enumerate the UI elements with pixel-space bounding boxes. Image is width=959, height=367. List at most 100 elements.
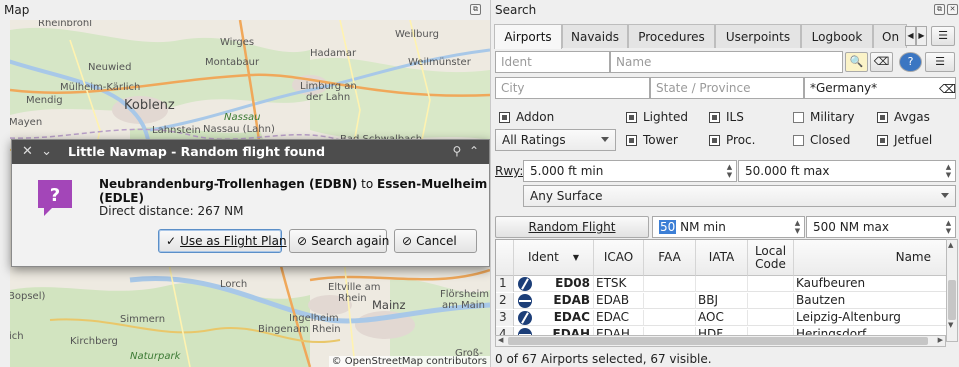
close-icon[interactable]: ✕	[22, 144, 33, 159]
search-close-button[interactable]: ✕	[947, 4, 958, 15]
tab-scroll-left[interactable]: ◀	[905, 26, 916, 46]
chevron-down-icon	[601, 137, 609, 142]
runway-max-spinbox[interactable]: 50.000 ft max ▲ ▼	[738, 160, 956, 182]
map-label: Naturpark	[130, 351, 181, 362]
checkbox-partial	[626, 111, 637, 123]
clear-field-icon[interactable]: ⌫	[939, 82, 956, 96]
dialog-title-actions[interactable]: ⚲ ⌃	[453, 144, 480, 158]
map-label: Hadamar	[310, 48, 357, 59]
search-float-button[interactable]: ⧉	[934, 4, 945, 15]
help-icon[interactable]: ?	[899, 52, 922, 72]
checkbox-partial	[709, 134, 720, 146]
icao-cell: EDAB	[594, 293, 644, 309]
table-row[interactable]: 3 EDAC EDAC AOC Leipzig-Altenburg	[496, 310, 946, 326]
search-icon[interactable]: 🔍	[845, 52, 868, 72]
chevron-down-icon[interactable]: ⌄	[41, 144, 52, 159]
table-row[interactable]: 1 ED08 ETSK Kaufbeuren	[496, 276, 946, 292]
column-header-ident[interactable]: Ident ▼	[514, 240, 594, 276]
local-code-cell	[748, 293, 794, 309]
table-horizontal-scrollbar[interactable]: ◀ ▶	[495, 335, 946, 347]
column-header-local-code[interactable]: Local Code	[748, 240, 794, 276]
search-tabs: Airports Navaids Procedures Userpoints L…	[494, 24, 914, 49]
search-panel-title: Search	[495, 3, 537, 17]
scroll-up-icon[interactable]: ▲	[948, 241, 953, 249]
menu-icon[interactable]: ☰	[925, 52, 955, 72]
sort-down-icon: ▼	[572, 253, 579, 262]
scroll-left-icon[interactable]: ◀	[498, 336, 503, 344]
spin-arrows-icon[interactable]: ▲ ▼	[944, 163, 953, 179]
spin-arrows-icon[interactable]: ▲ ▼	[944, 219, 953, 235]
scrollbar-thumb[interactable]	[948, 280, 956, 320]
options-menu-button[interactable]: ☰	[931, 26, 955, 46]
tab-scroll-right[interactable]: ▶	[916, 26, 927, 46]
column-header-faa[interactable]: FAA	[644, 240, 696, 276]
name-cell: Kaufbeuren	[794, 276, 946, 292]
pin-icon[interactable]: ⚲	[453, 144, 462, 158]
ils-checkbox[interactable]: ILS	[709, 110, 744, 124]
jetfuel-checkbox[interactable]: Jetfuel	[877, 133, 932, 147]
scroll-down-icon[interactable]: ▼	[948, 321, 953, 329]
tower-checkbox[interactable]: Tower	[626, 133, 678, 147]
tab-logbook[interactable]: Logbook	[801, 24, 873, 48]
column-header-iata[interactable]: IATA	[696, 240, 748, 276]
lighted-checkbox[interactable]: Lighted	[626, 110, 688, 124]
city-input[interactable]: City	[495, 77, 650, 99]
search-again-button[interactable]: ⊘ Search again	[289, 229, 389, 253]
corner-header[interactable]	[496, 240, 514, 276]
surface-dropdown[interactable]: Any Surface	[523, 185, 956, 207]
map-label: ich	[10, 331, 24, 342]
chevron-up-icon[interactable]: ⌃	[469, 144, 479, 158]
ident-cell: EDAB	[514, 293, 594, 309]
cancel-circle-icon: ⊘	[402, 234, 413, 248]
checkbox-partial	[709, 111, 720, 123]
results-table[interactable]: Ident ▼ ICAO FAA IATA Local Code Name 1 E…	[495, 239, 947, 342]
column-header-icao[interactable]: ICAO	[594, 240, 644, 276]
tab-online[interactable]: On	[873, 24, 907, 48]
spin-arrows-icon[interactable]: ▲ ▼	[793, 219, 802, 235]
tab-airports[interactable]: Airports	[494, 24, 562, 49]
cancel-button[interactable]: ⊘ Cancel	[394, 229, 477, 253]
local-code-cell	[748, 310, 794, 326]
tab-procedures[interactable]: Procedures	[628, 24, 715, 48]
row-number: 3	[496, 310, 514, 326]
map-label: Wirges	[220, 37, 255, 48]
departure-airport: Neubrandenburg-Trollenhagen (EDBN)	[99, 177, 358, 191]
column-header-name[interactable]: Name	[794, 240, 946, 276]
faa-cell	[644, 293, 696, 309]
checkbox-partial	[877, 134, 888, 146]
military-checkbox[interactable]: Military	[793, 110, 854, 124]
table-row[interactable]: 2 EDAB EDAB BBJ Bautzen	[496, 293, 946, 309]
faa-cell	[644, 310, 696, 326]
state-input[interactable]: State / Province	[650, 77, 804, 99]
avgas-checkbox[interactable]: Avgas	[877, 110, 930, 124]
tab-userpoints[interactable]: Userpoints	[715, 24, 801, 48]
checkbox-partial	[626, 134, 637, 146]
scroll-right-icon[interactable]: ▶	[938, 336, 943, 344]
spin-arrows-icon[interactable]: ▲ ▼	[725, 163, 734, 179]
ratings-dropdown[interactable]: All Ratings	[495, 129, 616, 151]
map-label: Rhein	[338, 293, 367, 304]
random-min-distance-spinbox[interactable]: 50 NM min ▲ ▼	[652, 216, 805, 238]
closed-checkbox[interactable]: Closed	[793, 133, 850, 147]
map-label: Simmern	[120, 314, 166, 325]
country-input[interactable]: *Germany*	[804, 77, 956, 99]
addon-checkbox[interactable]: Addon	[499, 110, 554, 124]
tab-navaids[interactable]: Navaids	[562, 24, 628, 48]
random-max-distance-spinbox[interactable]: 500 NM max ▲ ▼	[806, 216, 956, 238]
map-float-button[interactable]: ⧉	[470, 4, 481, 15]
proc-checkbox[interactable]: Proc.	[709, 133, 755, 147]
ident-input[interactable]: Ident	[495, 51, 610, 73]
dialog-window-controls[interactable]: ✕ ⌄	[22, 144, 52, 159]
map-label: Mülheim-Kärlich	[60, 82, 141, 93]
clear-selection-icon[interactable]: ⌫	[870, 52, 893, 72]
table-vertical-scrollbar[interactable]: ▲ ▼	[946, 239, 958, 342]
random-flight-button[interactable]: Random Flight	[495, 216, 649, 238]
scrollbar-thumb[interactable]	[508, 337, 928, 345]
runway-min-spinbox[interactable]: 5.000 ft min ▲ ▼	[523, 160, 737, 182]
map-label: Eltville am	[328, 282, 381, 293]
name-input[interactable]: Name	[610, 51, 843, 73]
use-as-flight-plan-button[interactable]: ✓ Use as Flight Plan	[158, 229, 287, 253]
map-label: am Rhein	[293, 324, 341, 335]
map-label: Kirchberg	[70, 336, 118, 347]
row-number: 2	[496, 293, 514, 309]
